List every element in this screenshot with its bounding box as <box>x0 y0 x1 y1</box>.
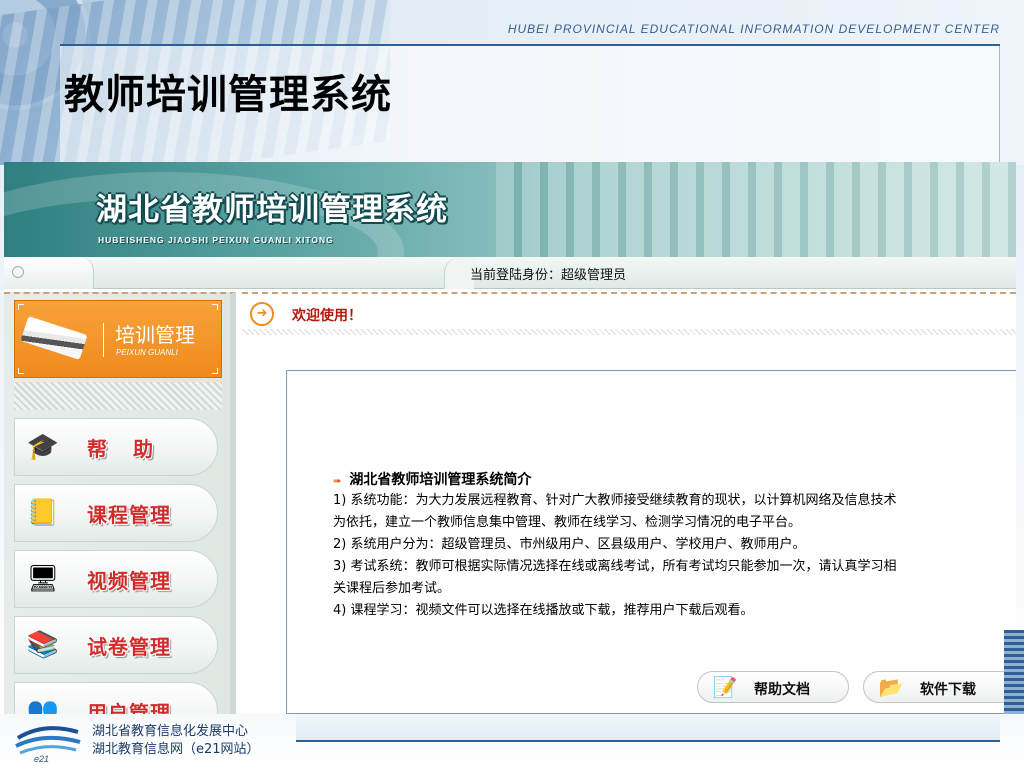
intro-text: 1) 系统功能：为大力发展远程教育、针对广大教师接受继续教育的现状，以计算机网络… <box>333 490 1009 622</box>
sidebar-item-help[interactable]: 🎓 帮助 <box>14 418 218 476</box>
footer: e21 湖北省教育信息化发展中心 湖北教育信息网（e21网站） <box>0 714 1024 768</box>
login-status: 当前登陆身份：超级管理员 <box>470 268 627 283</box>
intro-line: 2) 系统用户分为：超级管理员、市州级用户、区县级用户、学校用户、教师用户。 <box>333 537 806 552</box>
logo-label: 培训管理 <box>115 323 195 347</box>
slide-title: 教师培训管理系统 <box>64 72 392 118</box>
books-stack-icon: 📚 <box>26 630 60 660</box>
status-circle-icon <box>12 266 24 278</box>
slide-header: HUBEI PROVINCIAL EDUCATIONAL INFORMATION… <box>0 0 1024 165</box>
sidebar-item-label: 课程管理 <box>87 503 171 527</box>
software-download-label: 软件下载 <box>920 682 976 698</box>
intro-line: 1) 系统功能：为大力发展远程教育、针对广大教师接受继续教育的现状，以计算机网络… <box>333 493 897 508</box>
e21-logo: e21 <box>15 726 81 764</box>
logo-sublabel: PEIXUN GUANLI <box>116 348 178 357</box>
app-banner: 湖北省教师培训管理系统 HUBEISHENG JIAOSHI PEIXUN GU… <box>4 162 1016 257</box>
book-pencil-icon: 📒 <box>26 498 60 528</box>
sidebar-item-label: 视频管理 <box>87 569 171 593</box>
app-title: 湖北省教师培训管理系统 <box>96 192 448 228</box>
app-window: 湖北省教师培训管理系统 HUBEISHENG JIAOSHI PEIXUN GU… <box>4 162 1016 742</box>
sidebar-item-label: 试卷管理 <box>87 635 171 659</box>
help-document-label: 帮助文档 <box>754 682 810 698</box>
status-tab <box>4 257 94 289</box>
intro-title: ➠ 湖北省教师培训管理系统简介 <box>333 469 531 489</box>
bullet-arrow-icon: ➠ <box>333 476 342 487</box>
banner-keyboard-decoration <box>496 162 1016 257</box>
intro-line: 4) 课程学习：视频文件可以选择在线播放或下载，推荐用户下载后观看。 <box>333 603 754 618</box>
download-folder-icon: 📂 <box>878 675 904 699</box>
sidebar-divider <box>14 382 222 410</box>
sidebar: 培训管理 PEIXUN GUANLI 🎓 帮助 📒 课程管理 🖥 视频管理 📚 … <box>4 292 236 742</box>
intro-panel: ➠ 湖北省教师培训管理系统简介 1) 系统功能：为大力发展远程教育、针对广大教师接… <box>286 370 1016 714</box>
sidebar-item-video-management[interactable]: 🖥 视频管理 <box>14 550 218 608</box>
graduate-icon: 🎓 <box>26 432 60 462</box>
footer-site-name: 湖北教育信息网（e21网站） <box>92 742 260 757</box>
welcome-bar: ➜ 欢迎使用！ <box>242 292 1016 332</box>
sidebar-item-exam-management[interactable]: 📚 试卷管理 <box>14 616 218 674</box>
intro-line: 为依托，建立一个教师信息集中管理、教师在线学习、检测学习情况的电子平台。 <box>333 515 802 530</box>
arrow-right-icon: ➜ <box>250 302 274 326</box>
monitor-icon: 🖥 <box>26 564 60 594</box>
welcome-divider <box>242 329 1016 335</box>
footer-bar <box>296 714 1000 742</box>
pen-icon <box>20 316 88 360</box>
sidebar-item-label: 帮助 <box>87 437 179 461</box>
app-subtitle: HUBEISHENG JIAOSHI PEIXUN GUANLI XITONG <box>98 235 334 245</box>
welcome-text: 欢迎使用！ <box>292 308 362 324</box>
intro-title-text: 湖北省教师培训管理系统简介 <box>349 472 532 488</box>
notepad-pencil-icon: 📝 <box>712 675 738 699</box>
intro-line: 3) 考试系统：教师可根据实际情况选择在线或离线考试，所有考试均只能参加一次，请… <box>333 559 897 574</box>
intro-line: 关课程后参加考试。 <box>333 581 451 596</box>
sidebar-item-course-management[interactable]: 📒 课程管理 <box>14 484 218 542</box>
footer-org-name: 湖北省教育信息化发展中心 <box>92 724 249 739</box>
e21-logo-text: e21 <box>34 754 49 764</box>
center-header-english: HUBEI PROVINCIAL EDUCATIONAL INFORMATION… <box>507 22 1000 36</box>
software-download-button[interactable]: 📂 软件下载 <box>863 671 1016 703</box>
help-document-button[interactable]: 📝 帮助文档 <box>697 671 849 703</box>
training-management-logo: 培训管理 PEIXUN GUANLI <box>14 300 222 378</box>
